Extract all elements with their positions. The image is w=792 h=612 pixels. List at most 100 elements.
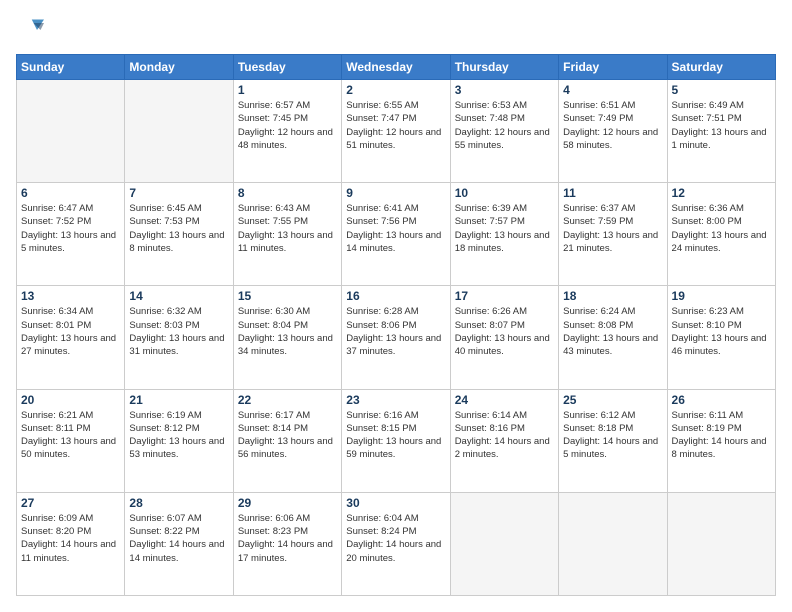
day-info: Sunrise: 6:14 AM Sunset: 8:16 PM Dayligh… <box>455 409 554 462</box>
day-info: Sunrise: 6:37 AM Sunset: 7:59 PM Dayligh… <box>563 202 662 255</box>
calendar-cell: 18 Sunrise: 6:24 AM Sunset: 8:08 PM Dayli… <box>559 286 667 389</box>
day-info: Sunrise: 6:47 AM Sunset: 7:52 PM Dayligh… <box>21 202 120 255</box>
day-number: 11 <box>563 186 662 200</box>
day-number: 16 <box>346 289 445 303</box>
logo-icon <box>16 16 44 44</box>
calendar-header-saturday: Saturday <box>667 55 775 80</box>
day-number: 17 <box>455 289 554 303</box>
day-info: Sunrise: 6:28 AM Sunset: 8:06 PM Dayligh… <box>346 305 445 358</box>
day-info: Sunrise: 6:34 AM Sunset: 8:01 PM Dayligh… <box>21 305 120 358</box>
day-number: 15 <box>238 289 337 303</box>
calendar-cell: 10 Sunrise: 6:39 AM Sunset: 7:57 PM Dayli… <box>450 183 558 286</box>
day-info: Sunrise: 6:43 AM Sunset: 7:55 PM Dayligh… <box>238 202 337 255</box>
calendar-cell: 19 Sunrise: 6:23 AM Sunset: 8:10 PM Dayli… <box>667 286 775 389</box>
calendar-cell: 14 Sunrise: 6:32 AM Sunset: 8:03 PM Dayli… <box>125 286 233 389</box>
day-info: Sunrise: 6:12 AM Sunset: 8:18 PM Dayligh… <box>563 409 662 462</box>
day-number: 10 <box>455 186 554 200</box>
day-info: Sunrise: 6:26 AM Sunset: 8:07 PM Dayligh… <box>455 305 554 358</box>
calendar-cell: 29 Sunrise: 6:06 AM Sunset: 8:23 PM Dayli… <box>233 492 341 595</box>
day-info: Sunrise: 6:11 AM Sunset: 8:19 PM Dayligh… <box>672 409 771 462</box>
calendar-cell: 7 Sunrise: 6:45 AM Sunset: 7:53 PM Daylig… <box>125 183 233 286</box>
calendar-week-3: 20 Sunrise: 6:21 AM Sunset: 8:11 PM Dayli… <box>17 389 776 492</box>
calendar-cell <box>17 80 125 183</box>
header <box>16 16 776 44</box>
page: SundayMondayTuesdayWednesdayThursdayFrid… <box>0 0 792 612</box>
day-info: Sunrise: 6:23 AM Sunset: 8:10 PM Dayligh… <box>672 305 771 358</box>
calendar-cell: 1 Sunrise: 6:57 AM Sunset: 7:45 PM Daylig… <box>233 80 341 183</box>
day-info: Sunrise: 6:45 AM Sunset: 7:53 PM Dayligh… <box>129 202 228 255</box>
calendar-cell <box>559 492 667 595</box>
logo <box>16 16 48 44</box>
day-number: 26 <box>672 393 771 407</box>
calendar-week-1: 6 Sunrise: 6:47 AM Sunset: 7:52 PM Daylig… <box>17 183 776 286</box>
calendar-header-row: SundayMondayTuesdayWednesdayThursdayFrid… <box>17 55 776 80</box>
day-number: 28 <box>129 496 228 510</box>
day-number: 19 <box>672 289 771 303</box>
day-info: Sunrise: 6:19 AM Sunset: 8:12 PM Dayligh… <box>129 409 228 462</box>
calendar-cell <box>667 492 775 595</box>
calendar-week-2: 13 Sunrise: 6:34 AM Sunset: 8:01 PM Dayli… <box>17 286 776 389</box>
day-info: Sunrise: 6:21 AM Sunset: 8:11 PM Dayligh… <box>21 409 120 462</box>
day-number: 12 <box>672 186 771 200</box>
calendar-cell: 15 Sunrise: 6:30 AM Sunset: 8:04 PM Dayli… <box>233 286 341 389</box>
day-info: Sunrise: 6:17 AM Sunset: 8:14 PM Dayligh… <box>238 409 337 462</box>
day-number: 8 <box>238 186 337 200</box>
day-info: Sunrise: 6:06 AM Sunset: 8:23 PM Dayligh… <box>238 512 337 565</box>
day-number: 4 <box>563 83 662 97</box>
calendar-header-monday: Monday <box>125 55 233 80</box>
calendar-cell: 16 Sunrise: 6:28 AM Sunset: 8:06 PM Dayli… <box>342 286 450 389</box>
day-info: Sunrise: 6:53 AM Sunset: 7:48 PM Dayligh… <box>455 99 554 152</box>
day-number: 18 <box>563 289 662 303</box>
day-number: 29 <box>238 496 337 510</box>
day-info: Sunrise: 6:04 AM Sunset: 8:24 PM Dayligh… <box>346 512 445 565</box>
calendar-cell <box>125 80 233 183</box>
day-number: 6 <box>21 186 120 200</box>
day-number: 14 <box>129 289 228 303</box>
calendar-header-sunday: Sunday <box>17 55 125 80</box>
day-info: Sunrise: 6:39 AM Sunset: 7:57 PM Dayligh… <box>455 202 554 255</box>
calendar-header-friday: Friday <box>559 55 667 80</box>
day-info: Sunrise: 6:41 AM Sunset: 7:56 PM Dayligh… <box>346 202 445 255</box>
day-info: Sunrise: 6:57 AM Sunset: 7:45 PM Dayligh… <box>238 99 337 152</box>
day-number: 9 <box>346 186 445 200</box>
day-number: 1 <box>238 83 337 97</box>
day-info: Sunrise: 6:16 AM Sunset: 8:15 PM Dayligh… <box>346 409 445 462</box>
day-number: 30 <box>346 496 445 510</box>
calendar-cell: 27 Sunrise: 6:09 AM Sunset: 8:20 PM Dayli… <box>17 492 125 595</box>
day-number: 2 <box>346 83 445 97</box>
calendar-cell: 25 Sunrise: 6:12 AM Sunset: 8:18 PM Dayli… <box>559 389 667 492</box>
calendar-cell: 12 Sunrise: 6:36 AM Sunset: 8:00 PM Dayli… <box>667 183 775 286</box>
day-number: 13 <box>21 289 120 303</box>
calendar-cell: 20 Sunrise: 6:21 AM Sunset: 8:11 PM Dayli… <box>17 389 125 492</box>
calendar-table: SundayMondayTuesdayWednesdayThursdayFrid… <box>16 54 776 596</box>
calendar-cell: 3 Sunrise: 6:53 AM Sunset: 7:48 PM Daylig… <box>450 80 558 183</box>
calendar-cell: 2Sunrise: 6:55 AM Sunset: 7:47 PM Daylig… <box>342 80 450 183</box>
day-info: Sunrise: 6:30 AM Sunset: 8:04 PM Dayligh… <box>238 305 337 358</box>
calendar-cell: 30 Sunrise: 6:04 AM Sunset: 8:24 PM Dayli… <box>342 492 450 595</box>
calendar-header-wednesday: Wednesday <box>342 55 450 80</box>
day-info: Sunrise: 6:24 AM Sunset: 8:08 PM Dayligh… <box>563 305 662 358</box>
day-number: 22 <box>238 393 337 407</box>
calendar-cell: 21Sunrise: 6:19 AM Sunset: 8:12 PM Dayli… <box>125 389 233 492</box>
calendar-header-thursday: Thursday <box>450 55 558 80</box>
day-number: 23 <box>346 393 445 407</box>
calendar-cell: 8 Sunrise: 6:43 AM Sunset: 7:55 PM Daylig… <box>233 183 341 286</box>
day-number: 7 <box>129 186 228 200</box>
calendar-cell: 28 Sunrise: 6:07 AM Sunset: 8:22 PM Dayli… <box>125 492 233 595</box>
calendar-cell: 24 Sunrise: 6:14 AM Sunset: 8:16 PM Dayli… <box>450 389 558 492</box>
calendar-cell: 22 Sunrise: 6:17 AM Sunset: 8:14 PM Dayli… <box>233 389 341 492</box>
calendar-week-4: 27 Sunrise: 6:09 AM Sunset: 8:20 PM Dayli… <box>17 492 776 595</box>
calendar-cell: 11 Sunrise: 6:37 AM Sunset: 7:59 PM Dayli… <box>559 183 667 286</box>
day-info: Sunrise: 6:09 AM Sunset: 8:20 PM Dayligh… <box>21 512 120 565</box>
day-info: Sunrise: 6:36 AM Sunset: 8:00 PM Dayligh… <box>672 202 771 255</box>
day-number: 25 <box>563 393 662 407</box>
day-info: Sunrise: 6:07 AM Sunset: 8:22 PM Dayligh… <box>129 512 228 565</box>
day-info: Sunrise: 6:32 AM Sunset: 8:03 PM Dayligh… <box>129 305 228 358</box>
day-number: 27 <box>21 496 120 510</box>
calendar-week-0: 1 Sunrise: 6:57 AM Sunset: 7:45 PM Daylig… <box>17 80 776 183</box>
day-number: 3 <box>455 83 554 97</box>
calendar-cell <box>450 492 558 595</box>
day-number: 24 <box>455 393 554 407</box>
calendar-cell: 9 Sunrise: 6:41 AM Sunset: 7:56 PM Daylig… <box>342 183 450 286</box>
day-number: 20 <box>21 393 120 407</box>
